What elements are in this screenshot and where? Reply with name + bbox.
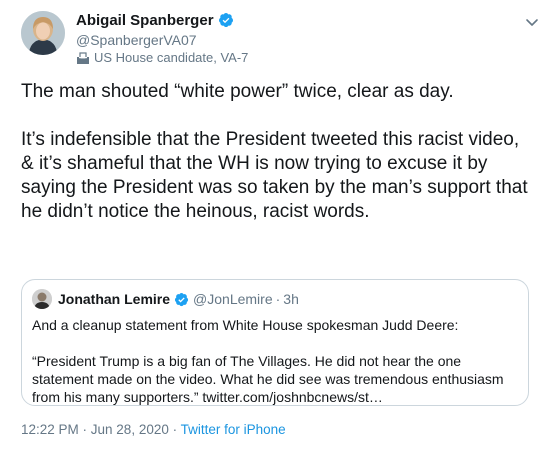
author-name[interactable]: Abigail Spanberger <box>76 12 214 29</box>
ballot-box-icon <box>77 51 89 64</box>
quoted-paragraph: “President Trump is a big fan of The Vil… <box>32 353 504 405</box>
quoted-timestamp: 3h <box>283 291 299 307</box>
chevron-down-icon[interactable] <box>524 14 540 30</box>
meta-separator: · <box>168 422 181 437</box>
quoted-author-handle: @JonLemire <box>193 291 273 307</box>
author-avatar[interactable] <box>21 11 65 55</box>
quoted-author-name: Jonathan Lemire <box>58 291 171 307</box>
author-label: US House candidate, VA-7 <box>76 50 248 65</box>
quoted-author-avatar <box>32 289 52 309</box>
quoted-paragraph: And a cleanup statement from White House… <box>32 317 459 333</box>
quoted-tweet-text: And a cleanup statement from White House… <box>32 316 520 406</box>
tweet-paragraph: It’s indefensible that the President twe… <box>21 129 528 222</box>
tweet-text: The man shouted “white power” twice, cle… <box>21 80 536 224</box>
author-handle[interactable]: @SpanbergerVA07 <box>76 32 197 48</box>
tweet-card: Abigail Spanberger @SpanbergerVA07 US Ho… <box>0 0 558 449</box>
quoted-tweet[interactable]: Jonathan Lemire @JonLemire · 3h And a cl… <box>21 279 529 406</box>
separator-dot: · <box>275 291 281 307</box>
verified-badge-icon <box>174 292 189 306</box>
tweet-paragraph: The man shouted “white power” twice, cle… <box>21 81 454 102</box>
quoted-tweet-header: Jonathan Lemire @JonLemire · 3h <box>32 289 299 309</box>
tweet-timestamp[interactable]: 12:22 PM · Jun 28, 2020 <box>21 422 169 437</box>
author-name-row: Abigail Spanberger <box>76 10 234 30</box>
tweet-source[interactable]: Twitter for iPhone <box>181 422 286 437</box>
verified-badge-icon <box>218 13 233 28</box>
author-label-text: US House candidate, VA-7 <box>94 50 249 65</box>
tweet-meta: 12:22 PM · Jun 28, 2020 · Twitter for iP… <box>21 422 286 437</box>
